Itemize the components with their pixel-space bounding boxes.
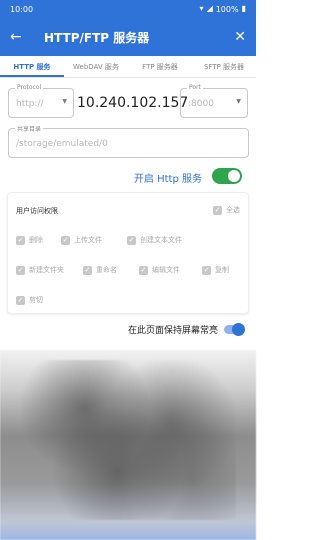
- ip-address: 10.240.102.157: [77, 95, 189, 111]
- tab-ftp[interactable]: FTP 服务器: [128, 56, 192, 77]
- shared-dir-legend: 共享目录: [15, 124, 44, 133]
- status-bar: 10:00 ▾ ◢ 100% ▮: [0, 0, 256, 18]
- keep-screen-switch[interactable]: [224, 323, 245, 336]
- signal-icon: ◢: [206, 4, 213, 13]
- shared-dir-value: /storage/emulated/0: [16, 139, 108, 149]
- check-icon: ✓: [16, 295, 25, 305]
- perm-label: 删除: [29, 236, 43, 244]
- check-icon: ✓: [16, 265, 25, 275]
- service-switch[interactable]: [212, 168, 242, 184]
- blurred-ad-area: [0, 350, 256, 540]
- chevron-down-icon: ▼: [236, 98, 241, 105]
- status-icons: ▾ ◢ 100% ▮: [200, 5, 246, 14]
- blurred-image: [20, 360, 236, 520]
- perm-checkbox-edit[interactable]: ✓ 编辑文件: [139, 265, 180, 275]
- check-icon: ✓: [127, 235, 136, 245]
- select-all-checkbox[interactable]: ✓ 全选: [213, 205, 240, 215]
- protocol-legend: Protocol: [15, 84, 44, 91]
- port-value: :8000: [188, 99, 214, 109]
- status-time: 10:00: [10, 4, 34, 14]
- check-icon: ✓: [213, 205, 222, 215]
- perm-checkbox-create-text[interactable]: ✓ 创建文本文件: [127, 235, 182, 245]
- check-icon: ✓: [16, 235, 25, 245]
- tab-bar: HTTP 服务 WebDAV 服务 FTP 服务器 SFTP 服务器: [0, 56, 256, 78]
- app-bar: ← HTTP/FTP 服务器 ✕: [0, 18, 256, 56]
- perm-checkbox-rename[interactable]: ✓ 重命名: [83, 265, 117, 275]
- check-icon: ✓: [83, 265, 92, 275]
- perm-checkbox-upload[interactable]: ✓ 上传文件: [61, 235, 102, 245]
- tab-webdav[interactable]: WebDAV 服务: [64, 56, 128, 77]
- perm-label: 剪切: [29, 296, 43, 304]
- battery-percent: 100%: [215, 4, 239, 14]
- protocol-select[interactable]: Protocol http:// ▼: [8, 84, 74, 118]
- keep-screen-row: 在此页面保持屏幕常亮: [0, 320, 256, 340]
- perm-label: 编辑文件: [152, 266, 180, 274]
- perm-checkbox-copy[interactable]: ✓ 复制: [202, 265, 229, 275]
- perm-label: 复制: [215, 266, 229, 274]
- perm-checkbox-new-folder[interactable]: ✓ 新建文件夹: [16, 265, 64, 275]
- shared-dir-field[interactable]: 共享目录 /storage/emulated/0: [8, 124, 249, 158]
- wifi-icon: ▾: [199, 4, 204, 13]
- service-toggle-label: 开启 Http 服务: [133, 174, 202, 185]
- back-arrow-icon[interactable]: ←: [10, 29, 28, 45]
- perm-checkbox-cut[interactable]: ✓ 剪切: [16, 295, 43, 305]
- page-title: HTTP/FTP 服务器: [44, 30, 150, 45]
- port-legend: Port: [187, 84, 203, 91]
- tab-sftp[interactable]: SFTP 服务器: [192, 56, 256, 77]
- check-icon: ✓: [139, 265, 148, 275]
- chevron-down-icon: ▼: [62, 98, 67, 105]
- battery-icon: ▮: [241, 4, 246, 13]
- perm-label: 上传文件: [74, 236, 102, 244]
- protocol-value: http://: [16, 99, 44, 109]
- check-icon: ✓: [61, 235, 70, 245]
- perm-label: 创建文本文件: [140, 236, 182, 244]
- port-select[interactable]: Port :8000 ▼: [180, 84, 248, 118]
- perm-label: 重命名: [96, 266, 117, 274]
- perm-checkbox-delete[interactable]: ✓ 删除: [16, 235, 43, 245]
- select-all-label: 全选: [226, 206, 240, 214]
- switch-knob: [228, 170, 240, 182]
- close-icon[interactable]: ✕: [232, 29, 246, 45]
- permissions-title: 用户访问权限: [16, 207, 58, 215]
- check-icon: ✓: [202, 265, 211, 275]
- switch-knob: [232, 323, 245, 336]
- service-toggle-row: 开启 Http 服务: [0, 165, 256, 187]
- perm-label: 新建文件夹: [29, 266, 64, 274]
- tab-http[interactable]: HTTP 服务: [0, 56, 64, 77]
- keep-screen-label: 在此页面保持屏幕常亮: [127, 326, 218, 336]
- permissions-panel: 用户访问权限 ✓ 全选 ✓ 删除 ✓ 上传文件 ✓ 创建文本文件 ✓ 新建文件夹 ✓ 重命名…: [7, 192, 249, 314]
